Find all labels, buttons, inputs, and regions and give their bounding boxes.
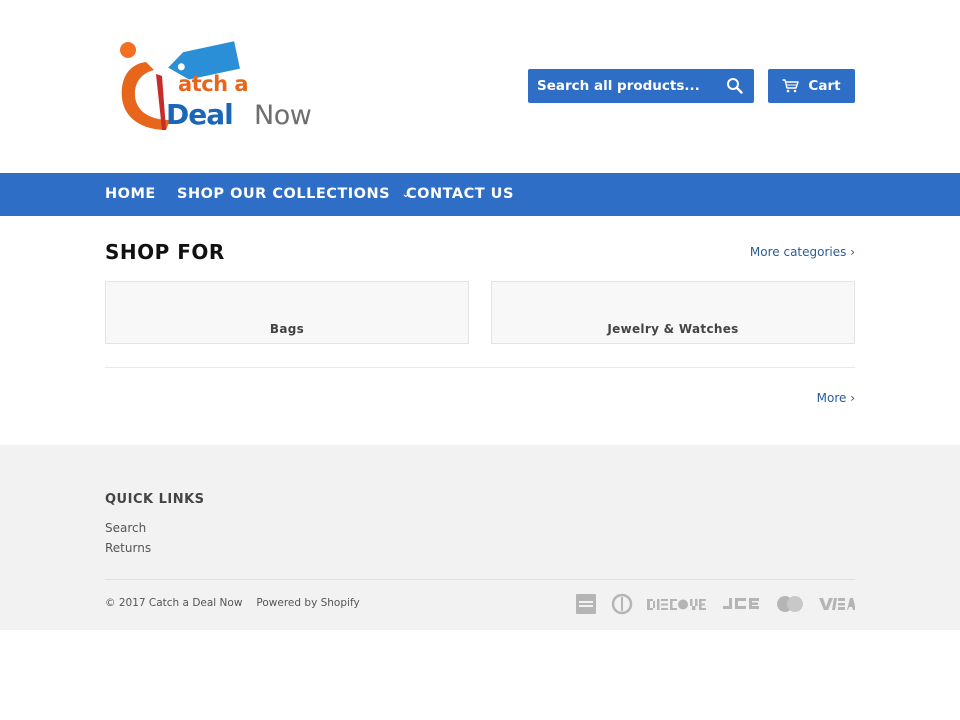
more-categories-link[interactable]: More categories › — [750, 245, 855, 259]
search-input[interactable] — [528, 69, 718, 103]
collection-card-jewelry-watches[interactable]: Jewelry & Watches — [491, 281, 855, 344]
nav-item-label: SHOP OUR COLLECTIONS — [177, 186, 391, 202]
visa-icon — [819, 598, 855, 610]
search-form — [528, 69, 754, 103]
more-link[interactable]: More › — [817, 391, 855, 405]
nav-item-label: HOME — [105, 186, 156, 202]
nav-item-label: CONTACT US — [406, 186, 514, 202]
cart-icon — [782, 79, 800, 93]
diners-club-icon — [611, 593, 633, 615]
logo-text-now: Now — [254, 100, 312, 131]
site-footer: QUICK LINKS Search Returns © 2017 Catch … — [0, 445, 960, 630]
nav-item-home[interactable]: HOME — [105, 173, 156, 216]
payment-icons — [575, 593, 855, 615]
quick-links-title: QUICK LINKS — [105, 492, 205, 507]
site-header: atch a Deal Now Cart — [0, 0, 960, 173]
collection-card-label: Bags — [269, 322, 305, 336]
footer-divider — [105, 579, 855, 580]
section-divider — [105, 367, 855, 368]
logo-text-catch: atch a — [178, 72, 249, 96]
cart-button[interactable]: Cart — [768, 69, 855, 103]
page-title: SHOP FOR — [105, 240, 225, 264]
copyright-text: © 2017 Catch a Deal Now — [105, 597, 243, 609]
logo-text-deal: Deal — [166, 98, 234, 131]
collection-card-label: Jewelry & Watches — [607, 322, 739, 336]
discover-icon — [647, 599, 709, 610]
master-icon — [777, 596, 803, 612]
main-nav: HOME SHOP OUR COLLECTIONS ⌄ CONTACT US — [0, 173, 960, 216]
site-logo[interactable]: atch a Deal Now — [118, 40, 330, 134]
footer-link-search[interactable]: Search — [105, 521, 146, 535]
collection-card-bags[interactable]: Bags — [105, 281, 469, 344]
footer-link-returns[interactable]: Returns — [105, 541, 151, 555]
cart-label: Cart — [808, 78, 841, 94]
powered-by-link[interactable]: Powered by Shopify — [256, 597, 359, 609]
american-express-icon — [576, 594, 596, 614]
search-icon[interactable] — [726, 77, 744, 95]
jcb-icon — [723, 598, 759, 609]
copyright: © 2017 Catch a Deal Now Powered by Shopif… — [105, 597, 360, 609]
nav-item-contact-us[interactable]: CONTACT US — [406, 173, 514, 216]
nav-item-shop-our-collections[interactable]: SHOP OUR COLLECTIONS ⌄ — [177, 173, 411, 216]
